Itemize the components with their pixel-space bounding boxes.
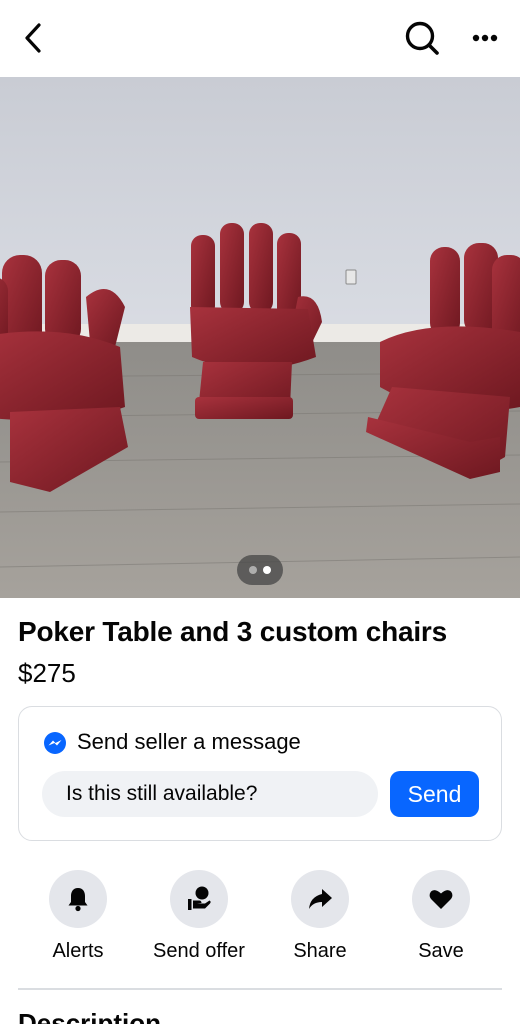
share-arrow-icon [309, 889, 332, 909]
message-card-heading: Send seller a message [77, 729, 301, 754]
save-circle [412, 870, 470, 928]
section-divider [18, 988, 502, 990]
pager-dot-active [263, 566, 271, 574]
send-offer-label: Send offer [153, 940, 245, 962]
more-options-icon[interactable] [466, 20, 506, 56]
share-label: Share [293, 940, 347, 962]
share-button[interactable]: Share [260, 870, 380, 970]
heart-icon [429, 890, 453, 909]
alerts-label: Alerts [52, 940, 104, 962]
search-icon[interactable] [402, 18, 442, 58]
top-bar [0, 0, 520, 77]
alerts-circle [49, 870, 107, 928]
description-heading: Description [18, 1008, 162, 1024]
message-seller-card: Send seller a message Send [18, 706, 502, 841]
send-button[interactable]: Send [390, 771, 479, 817]
listing-photo[interactable] [0, 77, 520, 598]
back-arrow-icon[interactable] [16, 20, 52, 56]
photo-pager[interactable] [237, 555, 283, 585]
share-circle [291, 870, 349, 928]
send-offer-button[interactable]: Send offer [139, 870, 259, 970]
alerts-button[interactable]: Alerts [18, 870, 138, 970]
send-offer-circle [170, 870, 228, 928]
pager-dot [249, 566, 257, 574]
save-label: Save [418, 940, 464, 962]
bell-icon [68, 888, 88, 912]
action-bar: Alerts Send offer Share Save [0, 870, 520, 970]
listing-title: Poker Table and 3 custom chairs [18, 616, 447, 647]
save-button[interactable]: Save [381, 870, 501, 970]
listing-price: $275 [18, 658, 76, 688]
messenger-icon [43, 731, 67, 755]
offer-hand-icon [188, 886, 211, 910]
message-input[interactable] [42, 771, 378, 817]
